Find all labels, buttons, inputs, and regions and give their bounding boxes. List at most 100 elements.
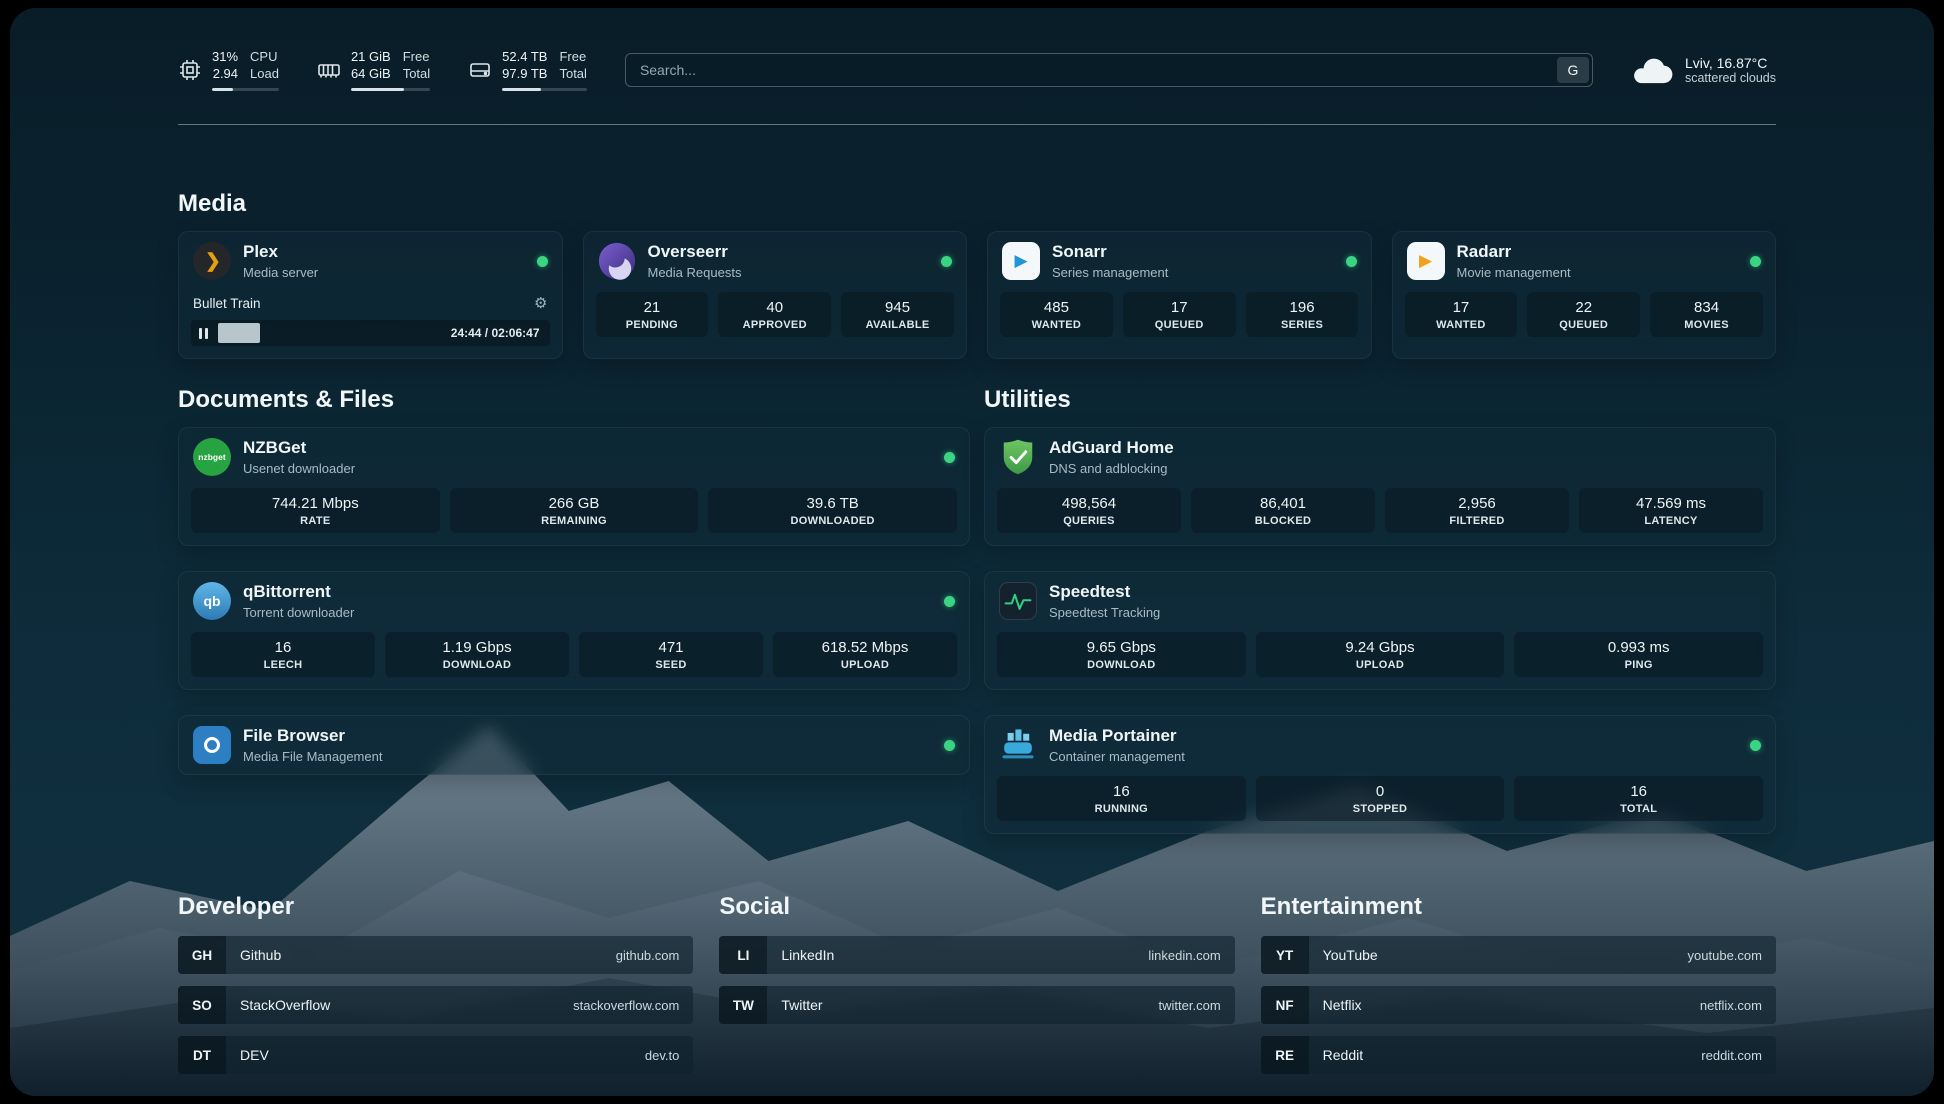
service-card-speedtest[interactable]: Speedtest Speedtest Tracking 9.65 Gbps D… [984, 571, 1776, 690]
stat-label: AVAILABLE [845, 319, 950, 331]
service-card-overseerr[interactable]: Overseerr Media Requests 21 PENDING 40 A… [583, 231, 968, 359]
bookmark-dev[interactable]: DT DEV dev.to [178, 1036, 693, 1074]
service-card-plex[interactable]: ❯ Plex Media server Bullet Train ⚙ [178, 231, 563, 359]
stat-value: 266 GB [454, 495, 695, 512]
section-developer: Developer GH Github github.com SO StackO… [178, 892, 693, 1086]
search-engine-button[interactable]: G [1557, 57, 1589, 83]
sonarr-icon: ▶ [1002, 242, 1040, 280]
service-card-adguard[interactable]: AdGuard Home DNS and adblocking 498,564 … [984, 427, 1776, 546]
stat-tile: 618.52 Mbps UPLOAD [773, 632, 957, 677]
stat-label: TOTAL [1518, 803, 1759, 815]
overseerr-icon [598, 242, 636, 280]
disk-progress-track [502, 88, 587, 91]
stat-label: DOWNLOAD [1001, 659, 1242, 671]
search-input[interactable] [625, 53, 1593, 87]
stat-label: UPLOAD [777, 659, 953, 671]
bookmark-name: Twitter [767, 986, 822, 1024]
stat-label: BLOCKED [1195, 515, 1371, 527]
bookmark-url: reddit.com [1701, 1036, 1776, 1074]
bookmark-name: Github [226, 936, 281, 974]
stat-value: 9.24 Gbps [1260, 639, 1501, 656]
service-subtitle: Media server [243, 265, 318, 280]
stat-tile: 9.24 Gbps UPLOAD [1256, 632, 1505, 677]
stat-label: WANTED [1004, 319, 1109, 331]
entertainment-heading: Entertainment [1261, 892, 1776, 922]
memory-icon [317, 58, 341, 82]
bookmark-github[interactable]: GH Github github.com [178, 936, 693, 974]
service-subtitle: Series management [1052, 265, 1168, 280]
stat-value: 16 [1001, 783, 1242, 800]
disk-total-value: 97.9 TB [502, 66, 547, 83]
stat-tile: 16 LEECH [191, 632, 375, 677]
bookmark-abbr: NF [1261, 986, 1309, 1024]
bookmark-abbr: YT [1261, 936, 1309, 974]
bookmark-abbr: TW [719, 986, 767, 1024]
memory-progress-track [351, 88, 430, 91]
service-card-sonarr[interactable]: ▶ Sonarr Series management 485 WANTED [987, 231, 1372, 359]
stat-value: 17 [1409, 299, 1514, 316]
stat-label: LEECH [195, 659, 371, 671]
service-title: Sonarr [1052, 242, 1168, 262]
section-media: Media ❯ Plex Media server Bullet Train [178, 189, 1776, 359]
service-card-filebrowser[interactable]: File Browser Media File Management [178, 715, 970, 775]
seek-bar[interactable] [218, 323, 441, 343]
service-title: AdGuard Home [1049, 438, 1174, 458]
plex-icon: ❯ [193, 242, 231, 280]
weather-location: Lviv, 16.87°C [1685, 55, 1776, 71]
status-dot [941, 256, 952, 267]
service-title: Overseerr [648, 242, 742, 262]
adguard-icon [999, 438, 1037, 476]
bookmark-netflix[interactable]: NF Netflix netflix.com [1261, 986, 1776, 1024]
status-dot [537, 256, 548, 267]
bookmark-linkedin[interactable]: LI LinkedIn linkedin.com [719, 936, 1234, 974]
search-bar: G [625, 53, 1593, 87]
cpu-usage-value: 31% [212, 49, 238, 66]
weather-widget[interactable]: Lviv, 16.87°C scattered clouds [1631, 55, 1776, 85]
service-subtitle: Container management [1049, 749, 1185, 764]
disk-icon [468, 58, 492, 82]
stat-tile: 40 APPROVED [718, 292, 831, 337]
now-playing-title: Bullet Train [193, 296, 261, 311]
pause-button[interactable] [199, 328, 208, 339]
service-card-nzbget[interactable]: nzbget NZBGet Usenet downloader 744.21 M… [178, 427, 970, 546]
stat-label: DOWNLOAD [389, 659, 565, 671]
dashboard-screen: 31% 2.94 CPU Load [10, 8, 1934, 1096]
bookmark-abbr: DT [178, 1036, 226, 1074]
bookmark-stackoverflow[interactable]: SO StackOverflow stackoverflow.com [178, 986, 693, 1024]
stat-tile: 945 AVAILABLE [841, 292, 954, 337]
stat-value: 16 [195, 639, 371, 656]
plex-player-bar: 24:44 / 02:06:47 [191, 320, 550, 346]
stat-label: DOWNLOADED [712, 515, 953, 527]
cloud-icon [1631, 55, 1673, 85]
cpu-usage-label: CPU [250, 49, 279, 66]
service-title: Plex [243, 242, 318, 262]
service-card-qbittorrent[interactable]: qb qBittorrent Torrent downloader 16 [178, 571, 970, 690]
stat-label: FILTERED [1389, 515, 1565, 527]
bookmark-abbr: GH [178, 936, 226, 974]
stat-label: RUNNING [1001, 803, 1242, 815]
stat-label: SEED [583, 659, 759, 671]
service-subtitle: Media File Management [243, 749, 382, 764]
stat-tile: 86,401 BLOCKED [1191, 488, 1375, 533]
bookmark-twitter[interactable]: TW Twitter twitter.com [719, 986, 1234, 1024]
cpu-progress-fill [212, 88, 233, 91]
cpu-widget: 31% 2.94 CPU Load [178, 49, 279, 91]
bookmark-abbr: LI [719, 936, 767, 974]
status-dot [1750, 256, 1761, 267]
bookmark-name: Netflix [1309, 986, 1362, 1024]
service-card-radarr[interactable]: ▶ Radarr Movie management 17 WANTED [1392, 231, 1777, 359]
memory-free-value: 21 GiB [351, 49, 391, 66]
stat-label: QUERIES [1001, 515, 1177, 527]
section-documents: Documents & Files nzbget NZBGet Usenet d… [178, 385, 970, 834]
bookmark-youtube[interactable]: YT YouTube youtube.com [1261, 936, 1776, 974]
stat-value: 471 [583, 639, 759, 656]
stat-value: 0 [1260, 783, 1501, 800]
status-dot [1750, 740, 1761, 751]
stat-tile: 196 SERIES [1246, 292, 1359, 337]
bookmark-reddit[interactable]: RE Reddit reddit.com [1261, 1036, 1776, 1074]
playback-time: 24:44 / 02:06:47 [451, 326, 540, 340]
service-card-portainer[interactable]: Media Portainer Container management 16 … [984, 715, 1776, 834]
stat-tile: 21 PENDING [596, 292, 709, 337]
bookmark-url: linkedin.com [1148, 936, 1234, 974]
gear-icon[interactable]: ⚙ [534, 294, 547, 312]
